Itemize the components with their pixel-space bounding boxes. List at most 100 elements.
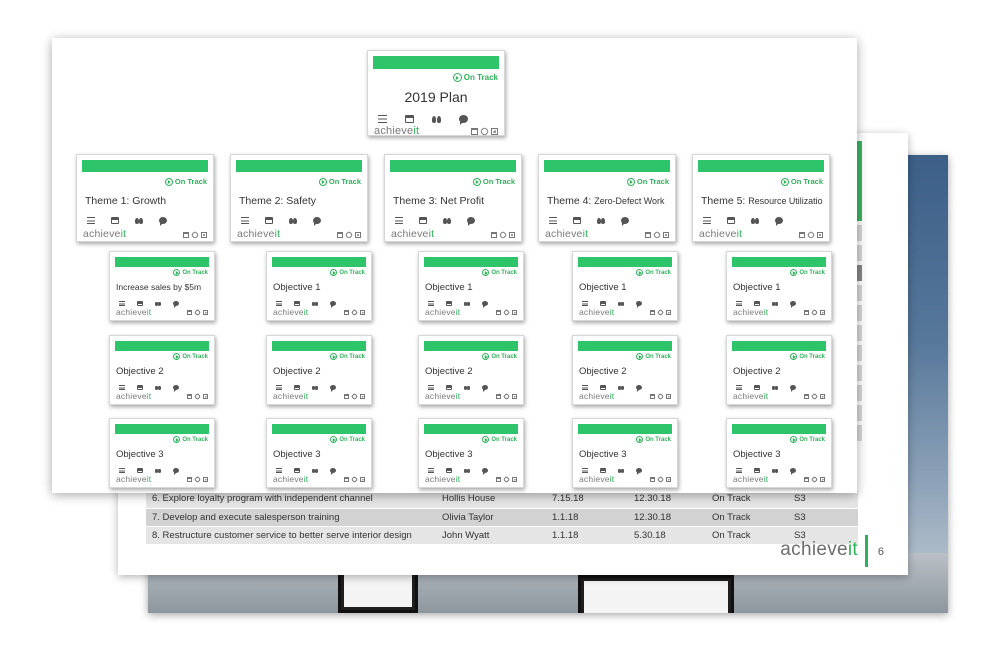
people-icon[interactable] [135, 217, 143, 225]
calendar-icon[interactable] [754, 385, 760, 390]
link-icon[interactable] [344, 230, 354, 240]
people-icon[interactable] [618, 468, 624, 473]
add-icon[interactable] [512, 477, 517, 482]
add-icon[interactable] [666, 310, 671, 315]
trash-icon[interactable] [187, 477, 192, 482]
list-icon[interactable] [87, 217, 95, 224]
people-icon[interactable] [289, 217, 297, 225]
objective-card[interactable]: On Track Objective 2 achieveit [572, 335, 678, 405]
link-icon[interactable] [810, 475, 819, 484]
people-icon[interactable] [772, 385, 778, 390]
trash-icon[interactable] [337, 232, 343, 238]
trash-icon[interactable] [471, 128, 478, 135]
objective-card[interactable]: On Track Objective 2 achieveit [109, 335, 215, 405]
objective-card[interactable]: On Track Objective 2 achieveit [418, 335, 524, 405]
objective-card[interactable]: On Track Objective 3 achieveit [266, 418, 372, 488]
chat-icon[interactable] [313, 217, 321, 226]
chat-icon[interactable] [330, 385, 336, 392]
calendar-icon[interactable] [600, 301, 606, 306]
theme-card-5[interactable]: On Track Theme 5: Resource Utilization ach… [692, 154, 830, 242]
chat-icon[interactable] [330, 301, 336, 308]
chat-icon[interactable] [173, 385, 179, 392]
calendar-icon[interactable] [446, 385, 452, 390]
trash-icon[interactable] [650, 477, 655, 482]
people-icon[interactable] [751, 217, 759, 225]
link-icon[interactable] [350, 475, 359, 484]
add-icon[interactable] [666, 477, 671, 482]
theme-card-1[interactable]: On Track Theme 1: Growth achieveit [76, 154, 214, 242]
list-icon[interactable] [276, 468, 282, 473]
list-icon[interactable] [241, 217, 249, 224]
table-row[interactable]: 7. Develop and execute salesperson train… [146, 508, 858, 527]
link-icon[interactable] [193, 475, 202, 484]
calendar-icon[interactable] [405, 115, 414, 123]
people-icon[interactable] [772, 468, 778, 473]
link-icon[interactable] [193, 392, 202, 401]
calendar-icon[interactable] [419, 217, 427, 224]
link-icon[interactable] [502, 392, 511, 401]
add-icon[interactable] [360, 394, 365, 399]
calendar-icon[interactable] [754, 468, 760, 473]
objective-card[interactable]: On Track Objective 3 achieveit [572, 418, 678, 488]
objective-card[interactable]: On Track Objective 1 achieveit [418, 251, 524, 321]
list-icon[interactable] [428, 385, 434, 390]
people-icon[interactable] [772, 301, 778, 306]
add-icon[interactable] [817, 232, 823, 238]
link-icon[interactable] [656, 392, 665, 401]
theme-card-2[interactable]: On Track Theme 2: Safety achieveit [230, 154, 368, 242]
add-icon[interactable] [203, 394, 208, 399]
calendar-icon[interactable] [294, 468, 300, 473]
people-icon[interactable] [312, 301, 318, 306]
chat-icon[interactable] [790, 468, 796, 475]
trash-icon[interactable] [804, 394, 809, 399]
chat-icon[interactable] [482, 468, 488, 475]
list-icon[interactable] [378, 115, 387, 123]
chat-icon[interactable] [459, 115, 468, 125]
list-icon[interactable] [582, 385, 588, 390]
calendar-icon[interactable] [294, 301, 300, 306]
trash-icon[interactable] [799, 232, 805, 238]
trash-icon[interactable] [496, 394, 501, 399]
trash-icon[interactable] [650, 394, 655, 399]
trash-icon[interactable] [344, 310, 349, 315]
objective-card[interactable]: On Track Objective 3 achieveit [418, 418, 524, 488]
people-icon[interactable] [597, 217, 605, 225]
trash-icon[interactable] [804, 477, 809, 482]
add-icon[interactable] [203, 477, 208, 482]
calendar-icon[interactable] [727, 217, 735, 224]
people-icon[interactable] [464, 385, 470, 390]
add-icon[interactable] [820, 394, 825, 399]
people-icon[interactable] [432, 115, 441, 123]
people-icon[interactable] [312, 468, 318, 473]
calendar-icon[interactable] [600, 385, 606, 390]
link-icon[interactable] [806, 230, 816, 240]
add-icon[interactable] [820, 310, 825, 315]
trash-icon[interactable] [491, 232, 497, 238]
link-icon[interactable] [193, 308, 202, 317]
add-icon[interactable] [355, 232, 361, 238]
link-icon[interactable] [656, 475, 665, 484]
chat-icon[interactable] [330, 468, 336, 475]
link-icon[interactable] [502, 308, 511, 317]
trash-icon[interactable] [344, 394, 349, 399]
add-icon[interactable] [820, 477, 825, 482]
link-icon[interactable] [810, 392, 819, 401]
calendar-icon[interactable] [446, 301, 452, 306]
trash-icon[interactable] [344, 477, 349, 482]
chat-icon[interactable] [636, 301, 642, 308]
calendar-icon[interactable] [137, 385, 143, 390]
calendar-icon[interactable] [137, 468, 143, 473]
people-icon[interactable] [155, 468, 161, 473]
link-icon[interactable] [652, 230, 662, 240]
objective-card[interactable]: On Track Increase sales by $5m achieveit [109, 251, 215, 321]
chat-icon[interactable] [467, 217, 475, 226]
calendar-icon[interactable] [754, 301, 760, 306]
link-icon[interactable] [350, 392, 359, 401]
chat-icon[interactable] [173, 301, 179, 308]
chat-icon[interactable] [790, 301, 796, 308]
add-icon[interactable] [512, 394, 517, 399]
add-icon[interactable] [512, 310, 517, 315]
list-icon[interactable] [119, 468, 125, 473]
list-icon[interactable] [736, 385, 742, 390]
trash-icon[interactable] [187, 394, 192, 399]
